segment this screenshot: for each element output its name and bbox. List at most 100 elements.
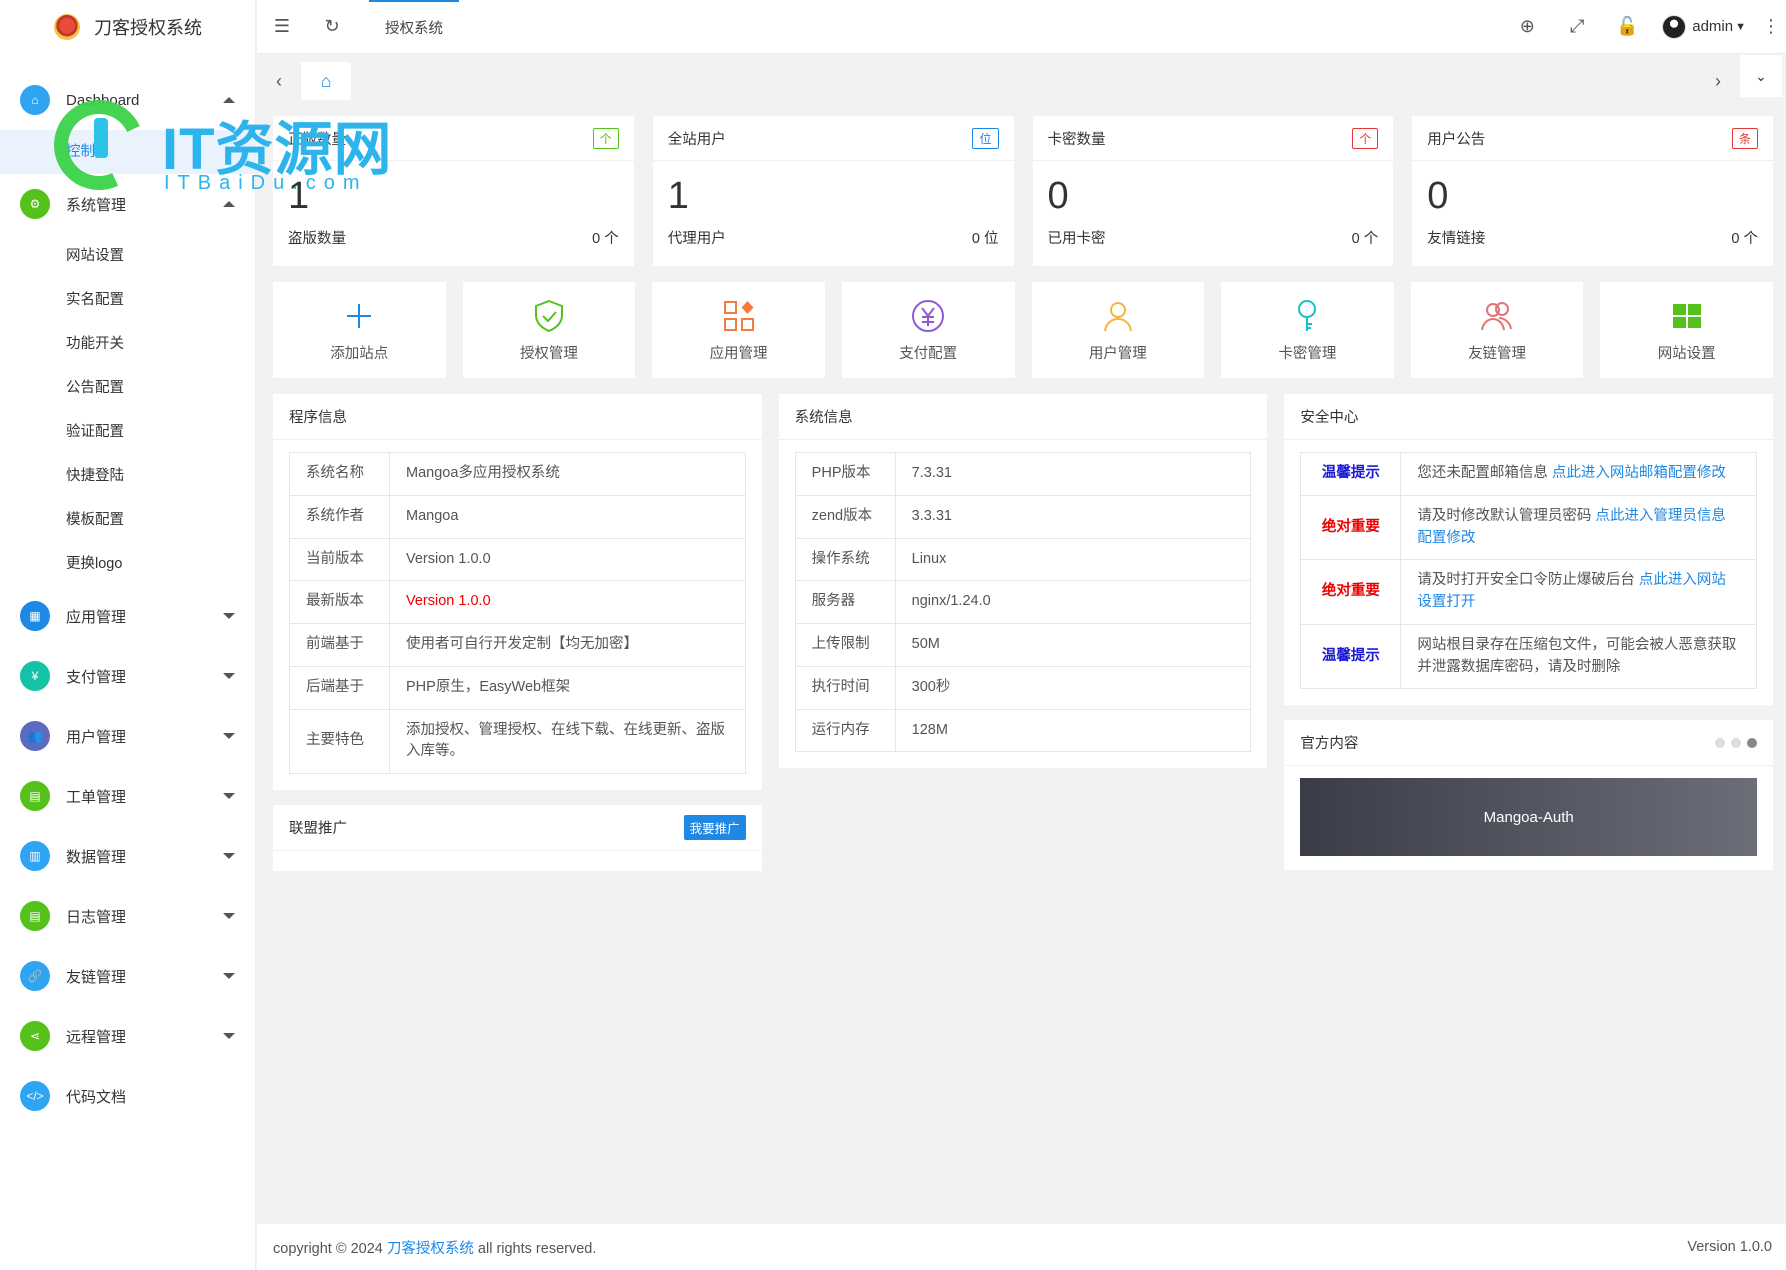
sidebar-subitem[interactable]: 功能开关: [0, 322, 255, 366]
avatar: [1662, 14, 1687, 39]
sidebar-item-remote[interactable]: ⋖ 远程管理: [0, 1006, 255, 1066]
stat-cards: 正版数量 个 1 盗版数量 0 个 全站用户 位 1 代理用户 0 位 卡密数量 个 0 …: [273, 116, 1773, 266]
shield-check-icon: [534, 299, 563, 332]
lock-icon[interactable]: 🔓: [1602, 0, 1652, 54]
stat-badge: 个: [592, 127, 619, 149]
carousel-dot[interactable]: [1715, 737, 1726, 748]
quick-users[interactable]: 用户管理: [1031, 282, 1205, 378]
sidebar-item-data[interactable]: ▥ 数据管理: [0, 826, 255, 886]
security-text: 请及时打开安全口令防止爆破后台: [1417, 572, 1639, 589]
sidebar-item-label: 支付管理: [66, 668, 127, 686]
table-value: 50M: [894, 623, 1252, 667]
sidebar-subitem[interactable]: 公告配置: [0, 366, 255, 410]
sidebar-subitem[interactable]: 快捷登陆: [0, 454, 255, 498]
program-info-table: 系统名称 Mangoa多应用授权系统 系统作者 Mangoa 当前版本 Version…: [289, 452, 746, 774]
app-logo[interactable]: 刀客授权系统: [0, 0, 255, 54]
official-panel: 官方内容 Mangoa-Auth: [1284, 720, 1774, 871]
sidebar: 刀客授权系统 ⌂ Dashboard 控制台 ⚙ 系统管理 网站设置 实名配置 …: [0, 0, 256, 1270]
menu-collapse-icon[interactable]: ☰: [257, 0, 307, 54]
table-key: 主要特色: [289, 708, 390, 774]
home-tab-icon[interactable]: ⌂: [301, 62, 351, 100]
security-link[interactable]: 点此进入网站邮箱配置修改: [1552, 465, 1726, 481]
quick-links-mgmt[interactable]: 友链管理: [1410, 282, 1584, 378]
sidebar-item-label: 工单管理: [66, 788, 127, 806]
sidebar-item-label: 用户管理: [66, 728, 127, 746]
table-key: 上传限制: [794, 623, 896, 667]
sidebar-item-logs[interactable]: ▤ 日志管理: [0, 886, 255, 946]
refresh-icon[interactable]: ↻: [307, 0, 357, 54]
carousel-dot-active[interactable]: [1747, 737, 1758, 748]
quick-label: 添加站点: [330, 345, 389, 362]
sidebar-item-links[interactable]: 🔗 友链管理: [0, 946, 255, 1006]
quick-links: 添加站点 授权管理 应用管理 支付配置 用户管理 卡密管理 友链管理 网站设置: [273, 282, 1773, 378]
stat-value: 0: [1427, 175, 1449, 217]
stat-foot-value: 0 个: [592, 231, 619, 247]
sidebar-item-tickets[interactable]: ▤ 工单管理: [0, 766, 255, 826]
sidebar-subitem[interactable]: 模板配置: [0, 498, 255, 542]
sidebar-subitem[interactable]: 更换logo: [0, 542, 255, 586]
stat-title: 卡密数量: [1047, 131, 1106, 148]
tip-tag: 温馨提示: [1300, 623, 1402, 690]
sidebar-item-docs[interactable]: </> 代码文档: [0, 1066, 255, 1126]
chevron-left-icon[interactable]: ‹: [257, 55, 301, 107]
apps-icon: ▦: [20, 601, 50, 631]
table-key: 系统名称: [289, 452, 390, 496]
sidebar-subitem[interactable]: 验证配置: [0, 410, 255, 454]
table-key: 系统作者: [289, 494, 390, 539]
globe-icon[interactable]: ⊕: [1502, 0, 1552, 54]
sidebar-item-dashboard[interactable]: ⌂ Dashboard: [0, 70, 255, 130]
tab-active[interactable]: 授权系统: [369, 0, 459, 54]
table-key: 执行时间: [794, 665, 896, 710]
table-value: 128M: [894, 708, 1252, 753]
official-banner[interactable]: Mangoa-Auth: [1300, 778, 1758, 857]
link-icon: 🔗: [20, 961, 50, 991]
key-icon: [1298, 299, 1317, 331]
tabs-dropdown-icon[interactable]: ⌄: [1740, 55, 1782, 97]
chevron-up-icon: [223, 97, 235, 103]
topbar-right: ⊕ ⤢ 🔓 admin ▼ ⋮: [1502, 0, 1786, 54]
table-row: 后端基于 PHP原生，EasyWeb框架: [289, 665, 746, 710]
important-tag: 绝对重要: [1300, 494, 1402, 561]
table-key: 运行内存: [794, 708, 896, 753]
sidebar-subitem-console[interactable]: 控制台: [0, 130, 255, 174]
sidebar-item-users[interactable]: 👥 用户管理: [0, 706, 255, 766]
quick-site-settings[interactable]: 网站设置: [1600, 282, 1773, 378]
more-vertical-icon[interactable]: ⋮: [1756, 0, 1786, 54]
column-middle: 系统信息 PHP版本 7.3.31 zend版本 3.3.31 操作系统 Linux …: [778, 394, 1268, 769]
username: admin: [1692, 18, 1734, 35]
stat-foot-value: 0 位: [971, 231, 999, 247]
security-text: 请及时修改默认管理员密码: [1417, 507, 1596, 524]
carousel-dot[interactable]: [1731, 737, 1742, 748]
table-value: 添加授权、管理授权、在线下载、在线更新、盗版入库等。: [389, 708, 746, 774]
quick-add-site[interactable]: 添加站点: [273, 282, 446, 378]
table-row: 服务器 nginx/1.24.0: [794, 580, 1252, 624]
promo-button[interactable]: 我要推广: [683, 815, 746, 840]
sidebar-item-payment[interactable]: ¥ 支付管理: [0, 646, 255, 706]
quick-payment[interactable]: 支付配置: [841, 282, 1015, 378]
stat-foot-label: 盗版数量: [288, 231, 346, 247]
table-value: Version 1.0.0: [389, 537, 746, 582]
quick-apps[interactable]: 应用管理: [652, 282, 825, 378]
sidebar-item-system[interactable]: ⚙ 系统管理: [0, 174, 255, 234]
user-menu[interactable]: admin ▼: [1652, 14, 1756, 39]
user-icon: [1103, 301, 1132, 331]
chevron-right-icon[interactable]: ›: [1696, 55, 1740, 107]
table-row: 前端基于 使用者可自行开发定制【均无加密】: [289, 623, 746, 667]
table-row: 运行内存 128M: [794, 708, 1252, 753]
chevron-down-icon: [223, 853, 235, 859]
sidebar-item-label: 数据管理: [66, 848, 127, 866]
users-icon: 👥: [20, 721, 50, 751]
sidebar-subitem[interactable]: 网站设置: [0, 234, 255, 278]
table-key: 前端基于: [289, 623, 390, 667]
quick-auth[interactable]: 授权管理: [462, 282, 636, 378]
stat-foot-label: 代理用户: [667, 231, 726, 247]
sidebar-item-apps[interactable]: ▦ 应用管理: [0, 586, 255, 646]
copyright-link[interactable]: 刀客授权系统: [387, 1241, 474, 1257]
fullscreen-icon[interactable]: ⤢: [1552, 0, 1602, 54]
table-row: 当前版本 Version 1.0.0: [289, 537, 746, 582]
dashboard-submenu: 控制台: [0, 130, 255, 174]
quick-cardkeys[interactable]: 卡密管理: [1221, 282, 1394, 378]
sidebar-subitem[interactable]: 实名配置: [0, 278, 255, 322]
stat-title: 正版数量: [288, 131, 346, 148]
security-text: 您还未配置邮箱信息: [1417, 465, 1552, 481]
